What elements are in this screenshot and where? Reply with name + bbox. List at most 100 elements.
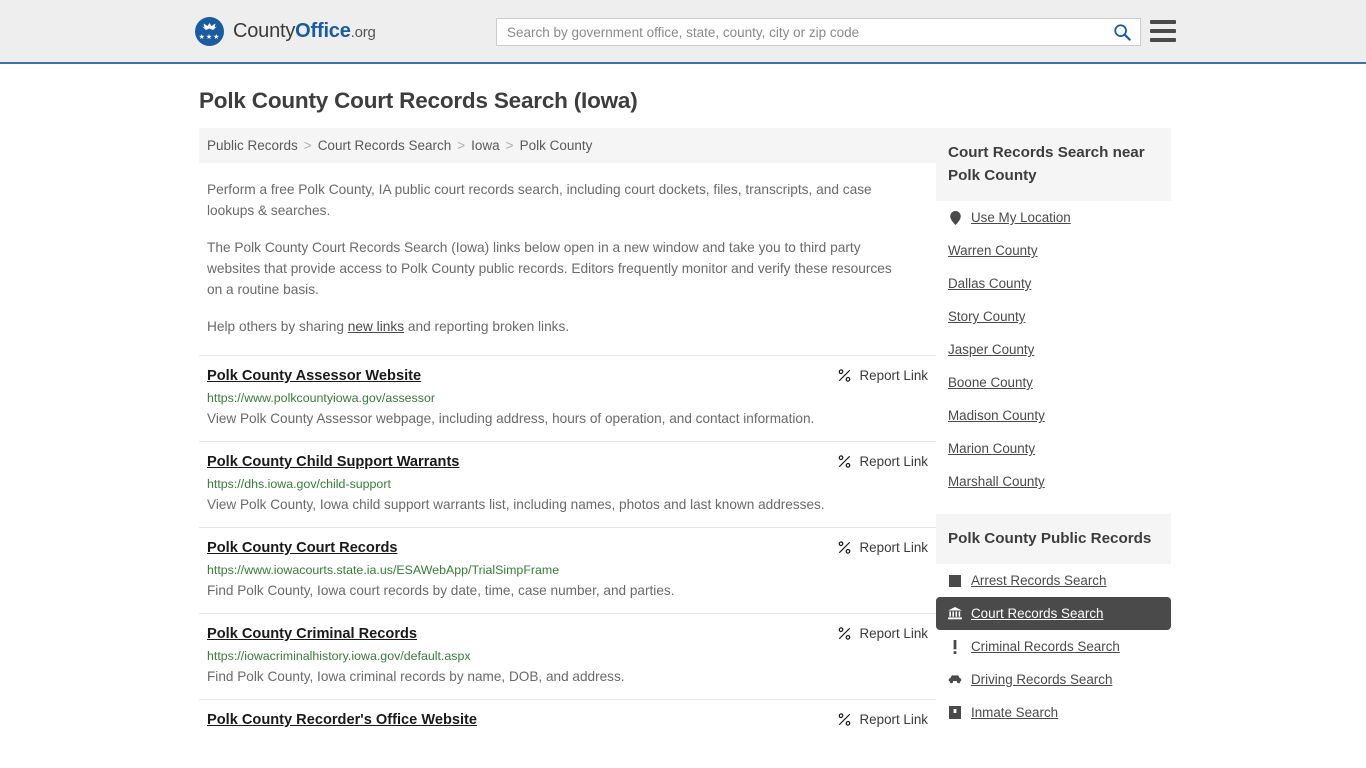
sidebar-item-label: Arrest Records Search: [971, 573, 1107, 588]
report-link-label: Report Link: [859, 540, 928, 555]
report-link-button[interactable]: Report Link: [837, 454, 928, 469]
breadcrumb-item-court-records-search[interactable]: Court Records Search: [318, 138, 452, 153]
sidebar-item-boone-county[interactable]: Boone County: [936, 366, 1171, 399]
result-url[interactable]: https://www.polkcountyiowa.gov/assessor: [207, 390, 928, 406]
result-header: Polk County Criminal Records Report Link: [207, 625, 928, 644]
sidebar-item-label: Inmate Search: [971, 705, 1059, 720]
result-header: Polk County Recorder's Office Website Re…: [207, 711, 928, 730]
sidebar-item-warren-county[interactable]: Warren County: [936, 234, 1171, 267]
brand-suffix: .org: [350, 23, 376, 41]
sidebar-public-records-title: Polk County Public Records: [936, 514, 1171, 564]
sidebar-item-label: Driving Records Search: [971, 672, 1113, 687]
sidebar-item-marshall-county[interactable]: Marshall County: [936, 465, 1171, 498]
brand-wordmark: CountyOffice.org: [233, 20, 376, 43]
result-title-link[interactable]: Polk County Assessor Website: [207, 367, 421, 386]
sidebar-item-label: Dallas County: [948, 276, 1032, 291]
sidebar-item-driving-records-search[interactable]: Driving Records Search: [936, 663, 1171, 696]
sidebar: Court Records Search near Polk County Us…: [936, 128, 1171, 729]
sidebar-item-court-records-search[interactable]: Court Records Search: [936, 597, 1171, 630]
sidebar-item-dallas-county[interactable]: Dallas County: [936, 267, 1171, 300]
list-item: Madison County: [936, 399, 1171, 432]
unlink-icon: [838, 627, 850, 640]
result-url[interactable]: https://iowacriminalhistory.iowa.gov/def…: [207, 648, 928, 664]
unlink-icon: [838, 541, 850, 554]
list-item: Marshall County: [936, 465, 1171, 498]
sidebar-public-records-box: Polk County Public Records Arrest Record…: [936, 514, 1171, 729]
hamburger-bar-3: [1150, 38, 1176, 42]
report-link-button[interactable]: Report Link: [837, 540, 928, 555]
list-item: Marion County: [936, 432, 1171, 465]
list-item: Story County: [936, 300, 1171, 333]
breadcrumb: Public Records > Court Records Search > …: [199, 128, 936, 163]
intro-paragraph-3: Help others by sharing new links and rep…: [207, 316, 907, 337]
sidebar-public-records-list: Arrest Records Search Court Records Sear…: [936, 564, 1171, 729]
list-item: Boone County: [936, 366, 1171, 399]
unlink-icon: [838, 713, 850, 726]
report-link-button[interactable]: Report Link: [837, 626, 928, 641]
sidebar-item-label: Marion County: [948, 441, 1036, 456]
intro-p3-before: Help others by sharing: [207, 319, 348, 334]
site-logo[interactable]: ★★★ CountyOffice.org: [195, 16, 376, 46]
sidebar-item-marion-county[interactable]: Marion County: [936, 432, 1171, 465]
search-button[interactable]: [1104, 19, 1140, 45]
search-input[interactable]: [497, 19, 1104, 45]
sidebar-item-madison-county[interactable]: Madison County: [936, 399, 1171, 432]
sidebar-item-story-county[interactable]: Story County: [936, 300, 1171, 333]
result-item: Polk County Court Records Report Link ht…: [199, 527, 936, 613]
content-row: Public Records > Court Records Search > …: [199, 128, 1171, 740]
report-link-button[interactable]: Report Link: [837, 368, 928, 383]
result-description: View Polk County Assessor webpage, inclu…: [207, 411, 815, 426]
sidebar-divider: [936, 498, 1171, 514]
sidebar-item-label: Madison County: [948, 408, 1045, 423]
breadcrumb-item-public-records[interactable]: Public Records: [207, 138, 298, 153]
breadcrumb-separator: >: [505, 138, 514, 153]
courthouse-icon: [948, 607, 962, 621]
intro-p3-after: and reporting broken links.: [404, 319, 570, 334]
hamburger-menu-icon[interactable]: [1150, 20, 1176, 42]
page-title: Polk County Court Records Search (Iowa): [199, 88, 638, 113]
report-link-button[interactable]: Report Link: [837, 712, 928, 727]
new-links-link[interactable]: new links: [348, 319, 404, 334]
sidebar-item-label: Criminal Records Search: [971, 639, 1120, 654]
sidebar-item-label: Story County: [948, 309, 1026, 324]
result-item: Polk County Recorder's Office Website Re…: [199, 699, 936, 740]
result-title-link[interactable]: Polk County Criminal Records: [207, 625, 417, 644]
result-header: Polk County Court Records Report Link: [207, 539, 928, 558]
result-description: Find Polk County, Iowa court records by …: [207, 583, 675, 598]
result-url[interactable]: https://dhs.iowa.gov/child-support: [207, 476, 928, 492]
eagle-shield-logo-icon: ★★★: [195, 16, 224, 46]
list-item: Driving Records Search: [936, 663, 1171, 696]
report-link-label: Report Link: [859, 454, 928, 469]
breadcrumb-item-polk-county[interactable]: Polk County: [520, 138, 593, 153]
result-item: Polk County Criminal Records Report Link…: [199, 613, 936, 699]
sidebar-item-jasper-county[interactable]: Jasper County: [936, 333, 1171, 366]
result-description: View Polk County, Iowa child support war…: [207, 497, 825, 512]
intro-paragraph-2: The Polk County Court Records Search (Io…: [207, 240, 892, 297]
result-url[interactable]: https://www.iowacourts.state.ia.us/ESAWe…: [207, 562, 928, 578]
exclamation-icon: [948, 639, 962, 654]
sidebar-item-label: Court Records Search: [971, 606, 1104, 621]
hamburger-bar-2: [1150, 29, 1176, 33]
sidebar-item-inmate-search[interactable]: Inmate Search: [936, 696, 1171, 729]
sidebar-item-criminal-records-search[interactable]: Criminal Records Search: [936, 630, 1171, 663]
report-link-label: Report Link: [859, 626, 928, 641]
page-container: Polk County Court Records Search (Iowa) …: [0, 64, 1366, 740]
unlink-icon: [838, 455, 850, 468]
list-item: Arrest Records Search: [936, 564, 1171, 597]
breadcrumb-separator: >: [457, 138, 466, 153]
main-column: Public Records > Court Records Search > …: [199, 128, 936, 740]
result-title-link[interactable]: Polk County Recorder's Office Website: [207, 711, 477, 730]
list-item: Inmate Search: [936, 696, 1171, 729]
breadcrumb-item-iowa[interactable]: Iowa: [471, 138, 500, 153]
result-description: Find Polk County, Iowa criminal records …: [207, 669, 625, 684]
sidebar-item-arrest-records-search[interactable]: Arrest Records Search: [936, 564, 1171, 597]
result-title-link[interactable]: Polk County Child Support Warrants: [207, 453, 459, 472]
search-icon: [1114, 24, 1131, 41]
sidebar-item-use-my-location[interactable]: Use My Location: [936, 201, 1171, 234]
unlink-icon: [838, 369, 850, 382]
result-title-link[interactable]: Polk County Court Records: [207, 539, 398, 558]
brand-part-county: County: [233, 19, 296, 42]
square-icon: [948, 574, 962, 588]
sidebar-item-label: Boone County: [948, 375, 1033, 390]
site-header: ★★★ CountyOffice.org: [0, 0, 1366, 64]
